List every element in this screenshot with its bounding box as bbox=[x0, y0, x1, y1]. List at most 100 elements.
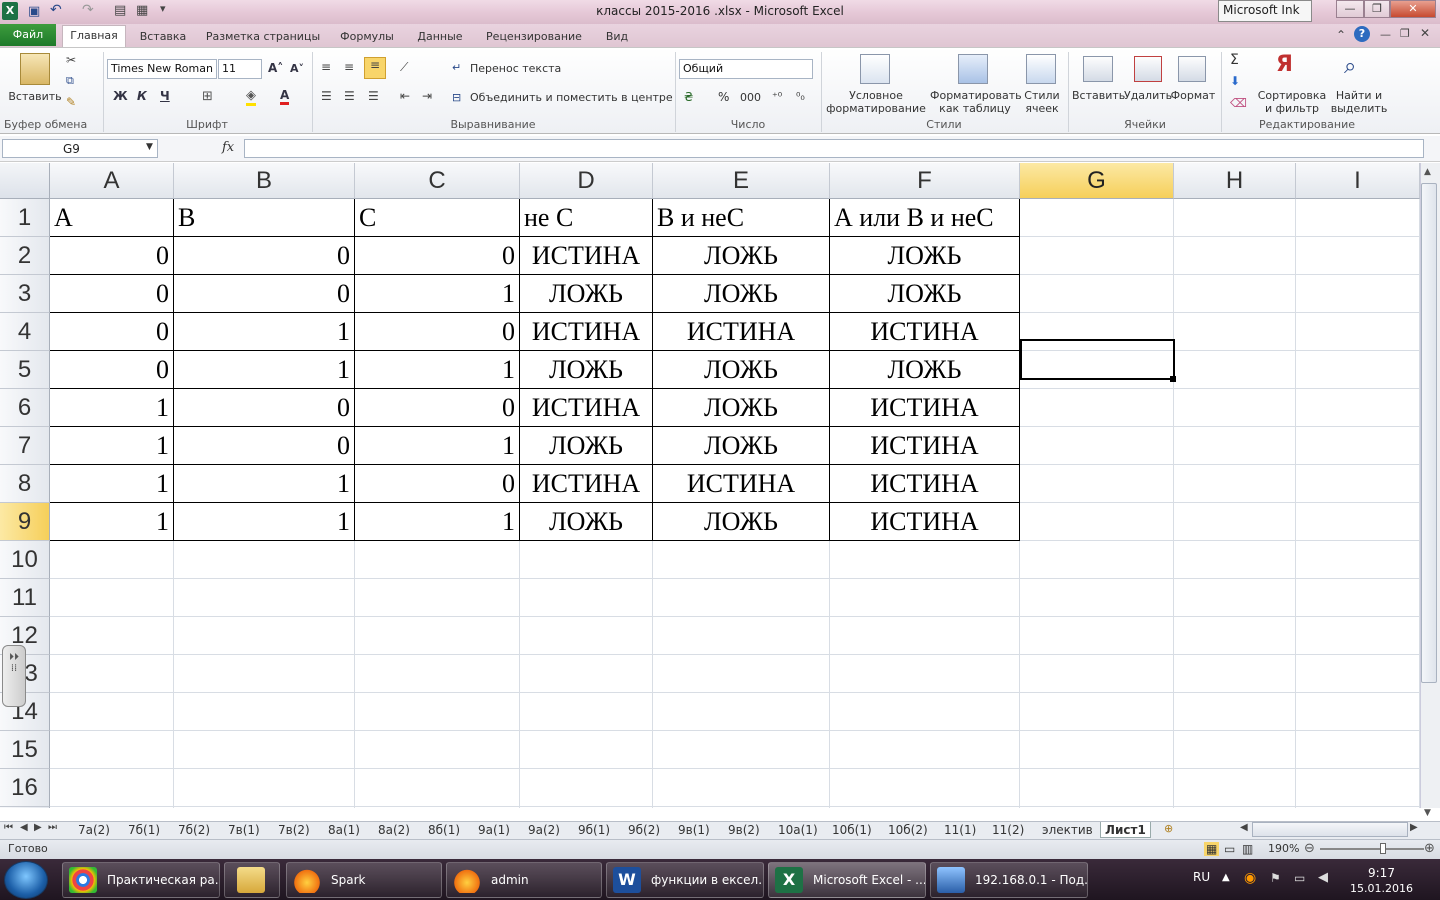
sort-filter-button[interactable]: Сортировка и фильтр bbox=[1256, 89, 1328, 115]
cell-empty[interactable] bbox=[653, 769, 830, 807]
cell-empty[interactable] bbox=[1020, 503, 1174, 541]
cell-empty[interactable] bbox=[1296, 807, 1420, 808]
data-cell[interactable]: ЛОЖЬ bbox=[653, 427, 830, 465]
column-header-f[interactable]: F bbox=[830, 163, 1020, 199]
column-header-d[interactable]: D bbox=[520, 163, 653, 199]
cell-empty[interactable] bbox=[1296, 351, 1420, 389]
cell-empty[interactable] bbox=[355, 579, 520, 617]
cell-empty[interactable] bbox=[50, 807, 174, 808]
tab-insert[interactable]: Вставка bbox=[132, 27, 194, 46]
zoom-slider-thumb[interactable] bbox=[1380, 843, 1386, 854]
cell-empty[interactable] bbox=[830, 655, 1020, 693]
align-center-icon[interactable]: ☰ bbox=[344, 89, 355, 103]
format-table-icon[interactable] bbox=[958, 54, 988, 84]
cell-empty[interactable] bbox=[653, 617, 830, 655]
cell-empty[interactable] bbox=[50, 731, 174, 769]
cell-empty[interactable] bbox=[1296, 503, 1420, 541]
cell-empty[interactable] bbox=[830, 807, 1020, 808]
cell-empty[interactable] bbox=[1296, 427, 1420, 465]
cell-empty[interactable] bbox=[174, 731, 355, 769]
data-cell[interactable]: ИСТИНА bbox=[830, 389, 1020, 427]
sheet-tab[interactable]: 8а(1) bbox=[324, 822, 364, 838]
formula-input[interactable] bbox=[244, 139, 1424, 158]
cell-empty[interactable] bbox=[355, 731, 520, 769]
cell-empty[interactable] bbox=[1174, 237, 1296, 275]
row-header-1[interactable]: 1 bbox=[0, 199, 50, 237]
number-format-select[interactable]: Общий bbox=[679, 59, 813, 79]
minimize-button[interactable]: — bbox=[1336, 0, 1364, 18]
sort-filter-icon[interactable]: Я bbox=[1276, 52, 1293, 77]
cell-empty[interactable] bbox=[653, 579, 830, 617]
header-cell[interactable]: не С bbox=[520, 199, 653, 237]
data-cell[interactable]: 1 bbox=[174, 351, 355, 389]
doc-close-icon[interactable]: ✕ bbox=[1420, 26, 1430, 40]
data-cell[interactable]: 0 bbox=[355, 313, 520, 351]
cell-empty[interactable] bbox=[50, 693, 174, 731]
data-cell[interactable]: ИСТИНА bbox=[520, 465, 653, 503]
scroll-left-icon[interactable]: ◀ bbox=[1240, 822, 1248, 833]
row-header-7[interactable]: 7 bbox=[0, 427, 50, 465]
data-cell[interactable]: 0 bbox=[50, 351, 174, 389]
cell-empty[interactable] bbox=[50, 769, 174, 807]
row-header-6[interactable]: 6 bbox=[0, 389, 50, 427]
percent-icon[interactable]: % bbox=[718, 90, 729, 104]
cell-empty[interactable] bbox=[1174, 655, 1296, 693]
find-select-icon[interactable]: ⌕ bbox=[1344, 54, 1356, 79]
conditional-format-icon[interactable] bbox=[860, 54, 890, 84]
sheet-tab[interactable]: 10б(2) bbox=[884, 822, 932, 838]
tray-expand-icon[interactable]: ▲ bbox=[1222, 872, 1230, 883]
data-cell[interactable]: ЛОЖЬ bbox=[653, 237, 830, 275]
data-cell[interactable]: ЛОЖЬ bbox=[520, 503, 653, 541]
data-cell[interactable]: 1 bbox=[174, 465, 355, 503]
row-header-3[interactable]: 3 bbox=[0, 275, 50, 313]
data-cell[interactable]: 1 bbox=[355, 351, 520, 389]
cell-empty[interactable] bbox=[520, 579, 653, 617]
tab-formulas[interactable]: Формулы bbox=[332, 27, 402, 46]
cell-empty[interactable] bbox=[1174, 313, 1296, 351]
data-cell[interactable]: ЛОЖЬ bbox=[830, 237, 1020, 275]
data-cell[interactable]: 0 bbox=[355, 465, 520, 503]
taskbar-excel[interactable]: X Microsoft Excel - ... bbox=[768, 862, 926, 898]
clock-time[interactable]: 9:17 bbox=[1368, 866, 1395, 880]
row-header-9[interactable]: 9 bbox=[0, 503, 50, 541]
tab-home[interactable]: Главная bbox=[62, 25, 126, 48]
cell-empty[interactable] bbox=[174, 617, 355, 655]
cell-empty[interactable] bbox=[1174, 541, 1296, 579]
sheet-nav-first-icon[interactable]: ⏮ bbox=[4, 822, 13, 833]
cell-empty[interactable] bbox=[1020, 275, 1174, 313]
sheet-tab[interactable]: электив bbox=[1038, 822, 1097, 838]
sheet-nav-last-icon[interactable]: ⏭ bbox=[48, 822, 57, 833]
underline-button[interactable]: Ч bbox=[160, 89, 170, 103]
tab-view[interactable]: Вид bbox=[598, 27, 636, 46]
excel-logo-icon[interactable]: X bbox=[2, 2, 18, 20]
tab-data[interactable]: Данные bbox=[410, 27, 470, 46]
cell-empty[interactable] bbox=[1020, 655, 1174, 693]
cell-empty[interactable] bbox=[1296, 769, 1420, 807]
insert-cells-button[interactable]: Вставить bbox=[1072, 89, 1125, 102]
cell-empty[interactable] bbox=[830, 541, 1020, 579]
data-cell[interactable]: 0 bbox=[174, 427, 355, 465]
cell-empty[interactable] bbox=[1296, 199, 1420, 237]
increase-decimal-icon[interactable]: ⁺⁰ bbox=[772, 90, 782, 103]
cell-empty[interactable] bbox=[1174, 465, 1296, 503]
zoom-level[interactable]: 190% bbox=[1268, 842, 1299, 855]
sheet-tab[interactable]: 9б(1) bbox=[574, 822, 614, 838]
insert-cells-icon[interactable] bbox=[1083, 56, 1113, 82]
cell-empty[interactable] bbox=[520, 769, 653, 807]
column-header-i[interactable]: I bbox=[1296, 163, 1420, 199]
close-button[interactable]: ✕ bbox=[1390, 0, 1436, 18]
row-header-8[interactable]: 8 bbox=[0, 465, 50, 503]
cell-empty[interactable] bbox=[830, 579, 1020, 617]
shrink-font-icon[interactable]: A˅ bbox=[290, 62, 304, 75]
cell-empty[interactable] bbox=[1174, 807, 1296, 808]
sheet-tab[interactable]: 11(1) bbox=[940, 822, 980, 838]
sheet-tab[interactable]: 7б(2) bbox=[174, 822, 214, 838]
cell-empty[interactable] bbox=[520, 655, 653, 693]
cell-empty[interactable] bbox=[174, 541, 355, 579]
autosum-icon[interactable]: Σ bbox=[1230, 52, 1239, 68]
cell-empty[interactable] bbox=[1296, 655, 1420, 693]
zoom-slider[interactable] bbox=[1320, 848, 1424, 850]
cell-empty[interactable] bbox=[174, 579, 355, 617]
cell-empty[interactable] bbox=[1296, 731, 1420, 769]
cell-empty[interactable] bbox=[1296, 579, 1420, 617]
